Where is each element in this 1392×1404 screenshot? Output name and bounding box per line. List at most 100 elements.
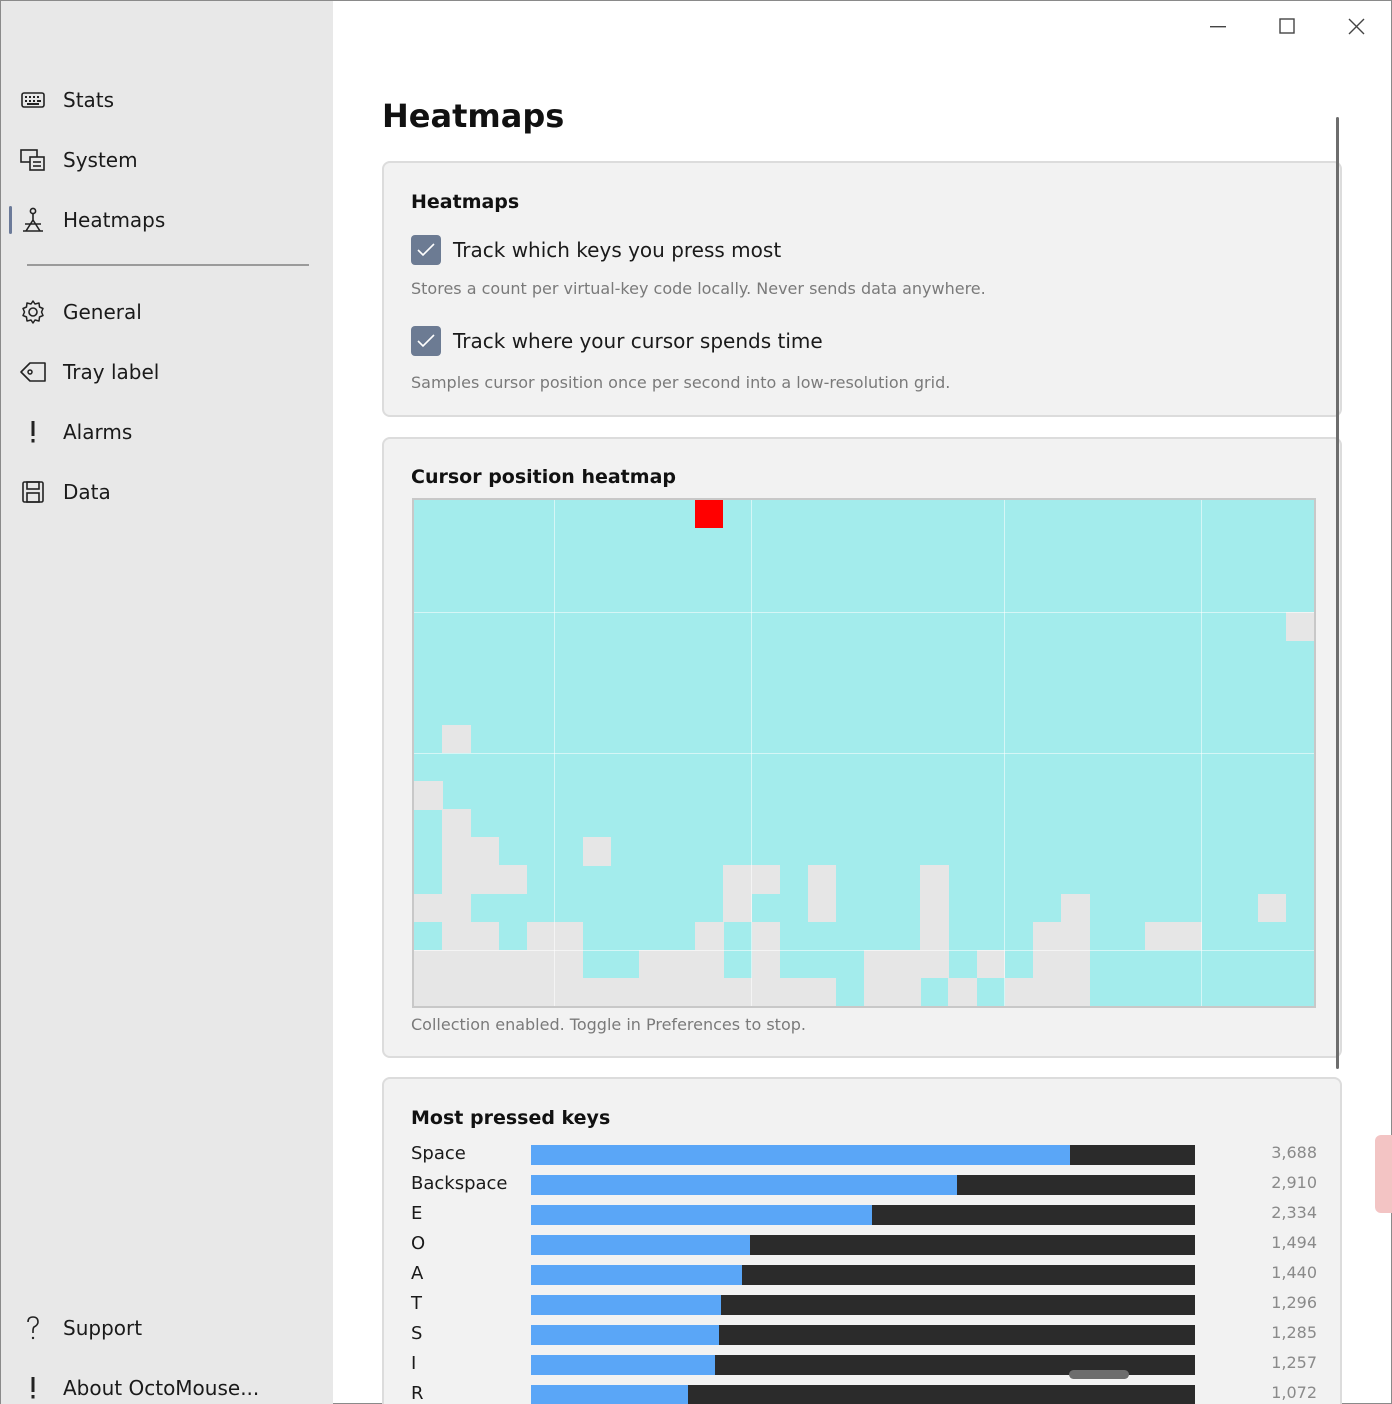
close-icon — [1348, 18, 1365, 35]
heatmap-cell-empty — [807, 865, 837, 895]
key-row: A 1,440 — [411, 1260, 1317, 1290]
track-keys-label: Track which keys you press most — [453, 238, 782, 262]
key-row: E 2,334 — [411, 1200, 1317, 1230]
heatmap-cell-empty — [864, 949, 893, 979]
side-tab[interactable] — [1375, 1135, 1392, 1213]
heatmap-cell-empty — [442, 809, 471, 838]
key-bar-fill — [531, 1385, 688, 1404]
key-count: 3,688 — [1271, 1143, 1317, 1162]
heatmap-cell-empty — [695, 977, 724, 1006]
heatmap-footer: Collection enabled. Toggle in Preference… — [411, 1015, 806, 1034]
track-keys-checkbox[interactable] — [411, 235, 441, 265]
keyboard-icon — [19, 86, 47, 114]
heatmap-cell-empty — [414, 893, 443, 923]
sidebar-item-label: Tray label — [63, 360, 160, 384]
heatmap-cell-empty — [442, 893, 471, 923]
heatmap-cell-empty — [554, 977, 584, 1006]
main-scrollbar[interactable] — [1336, 117, 1339, 1069]
heatmap-cell-empty — [470, 949, 499, 979]
save-icon — [19, 478, 47, 506]
page-title: Heatmaps — [382, 97, 565, 135]
key-count: 1,285 — [1271, 1323, 1317, 1342]
exclamation-icon — [19, 1374, 47, 1402]
sidebar-item-label: General — [63, 300, 142, 324]
heatmap-cell-empty — [639, 949, 668, 979]
key-bar-fill — [531, 1175, 957, 1195]
key-row: R 1,072 — [411, 1380, 1317, 1404]
heatmap-cell-empty — [751, 949, 781, 979]
key-bar-fill — [531, 1355, 715, 1375]
sidebar-item-system[interactable]: System — [9, 138, 325, 182]
heatmap-cell-empty — [1032, 977, 1062, 1006]
key-count: 2,910 — [1271, 1173, 1317, 1192]
key-bar — [531, 1385, 1195, 1404]
minimize-button[interactable] — [1196, 9, 1242, 45]
heatmap-cell-empty — [1145, 921, 1174, 951]
heatmap-cell-empty — [723, 865, 752, 895]
most-pressed-keys-card: Most pressed keys Space 3,688 Backspace 2,9… — [382, 1077, 1342, 1404]
heatmap-cell-empty — [864, 977, 893, 1006]
card-title: Most pressed keys — [411, 1107, 611, 1129]
heatmap-cell-empty — [498, 865, 527, 895]
heatmap-cell-empty — [526, 921, 556, 951]
key-bar-fill — [531, 1295, 721, 1315]
key-bar — [531, 1205, 1195, 1225]
heatmap-cell-empty — [470, 977, 499, 1006]
sidebar-item-label: Stats — [63, 88, 115, 112]
heatmap-cell-empty — [639, 977, 668, 1006]
heatmap-cell-empty — [779, 977, 809, 1006]
key-bar-fill — [531, 1265, 742, 1285]
close-button[interactable] — [1334, 9, 1380, 45]
cursor-heatmap — [412, 498, 1316, 1008]
sidebar-item-data[interactable]: Data — [9, 470, 325, 514]
key-bar — [531, 1325, 1195, 1345]
maximize-icon — [1279, 18, 1295, 34]
sidebar-item-stats[interactable]: Stats — [9, 78, 325, 122]
sidebar-item-general[interactable]: General — [9, 290, 325, 334]
heatmap-gridline — [414, 753, 1314, 754]
sidebar-item-about[interactable]: About OctoMouse... — [9, 1366, 325, 1404]
key-bar — [531, 1235, 1195, 1255]
heatmaps-settings-card: Heatmaps Track which keys you press most… — [382, 161, 1342, 417]
heatmap-cell-empty — [892, 977, 921, 1006]
heatmap-cell-empty — [498, 949, 527, 979]
track-cursor-option[interactable]: Track where your cursor spends time — [411, 326, 823, 356]
key-name: T — [411, 1293, 422, 1314]
heatmap-cell-empty — [1032, 921, 1062, 951]
key-count: 2,334 — [1271, 1203, 1317, 1222]
tag-icon — [19, 358, 47, 386]
list-scroll-thumb[interactable] — [1069, 1370, 1129, 1379]
key-name: A — [411, 1263, 424, 1284]
heatmap-cell-empty — [751, 865, 781, 895]
cursor-heatmap-card: Cursor position heatmap Collection enabl… — [382, 437, 1342, 1058]
sidebar-item-support[interactable]: Support — [9, 1306, 325, 1350]
heatmap-cell-empty — [1060, 893, 1090, 923]
sidebar-item-tray-label[interactable]: Tray label — [9, 350, 325, 394]
heatmap-cell-empty — [526, 977, 556, 1006]
key-row: Backspace 2,910 — [411, 1170, 1317, 1200]
key-bar-fill — [531, 1235, 750, 1255]
key-name: E — [411, 1203, 423, 1224]
heatmap-cell-empty — [414, 977, 443, 1006]
heatmap-cell-empty — [667, 977, 696, 1006]
card-title: Heatmaps — [411, 191, 520, 213]
maximize-button[interactable] — [1265, 9, 1311, 45]
key-row: S 1,285 — [411, 1320, 1317, 1350]
heatmap-cell-empty — [751, 977, 781, 1006]
heatmap-gridline — [414, 612, 1314, 613]
key-bar-fill — [531, 1205, 873, 1225]
track-keys-option[interactable]: Track which keys you press most — [411, 235, 781, 265]
heatmap-cell-empty — [1032, 949, 1062, 979]
track-cursor-checkbox[interactable] — [411, 326, 441, 356]
key-bar — [531, 1295, 1195, 1315]
heatmap-cell-empty — [1060, 921, 1090, 951]
heatmap-cell-empty — [526, 949, 556, 979]
heatmap-cell-empty — [723, 893, 752, 923]
sidebar-item-heatmaps[interactable]: Heatmaps — [9, 198, 325, 242]
key-count: 1,296 — [1271, 1293, 1317, 1312]
sidebar-item-alarms[interactable]: Alarms — [9, 410, 325, 454]
heatmap-cell-empty — [1004, 977, 1034, 1006]
minimize-icon — [1210, 26, 1226, 28]
sidebar-item-label: About OctoMouse... — [63, 1376, 260, 1400]
track-cursor-label: Track where your cursor spends time — [453, 329, 823, 353]
